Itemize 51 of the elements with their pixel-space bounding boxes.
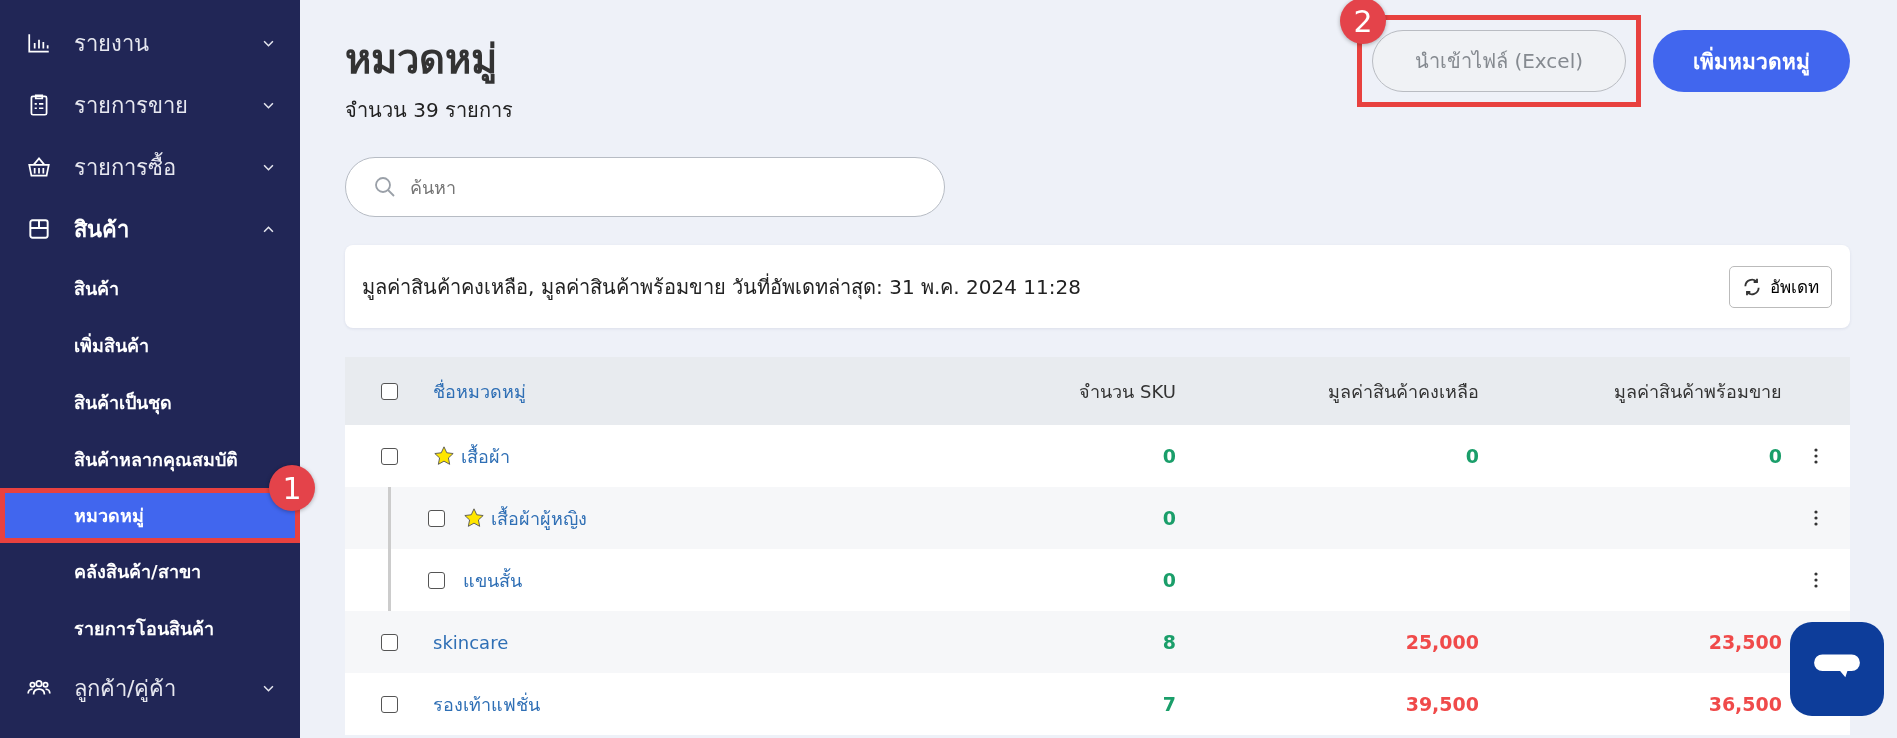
column-header: มูลค่าสินค้าพร้อมขาย — [1613, 379, 1782, 405]
refresh-icon — [1742, 276, 1762, 297]
sku-count: 7 — [1162, 693, 1176, 715]
sku-count: 0 — [1162, 507, 1176, 529]
checkbox[interactable] — [428, 571, 445, 589]
nav-item[interactable]: รายการซื้อ — [0, 136, 300, 198]
ready-value: 0 — [1768, 445, 1782, 467]
box-icon — [26, 216, 52, 242]
ready-value: 23,500 — [1708, 631, 1782, 653]
checkbox[interactable] — [380, 695, 398, 713]
nav-subitem[interactable]: รายการโอนสินค้า — [0, 600, 300, 657]
checkbox[interactable] — [380, 447, 398, 465]
nav-item[interactable]: รายการขาย — [0, 74, 300, 136]
nav-item[interactable]: ลูกค้า/คู่ค้า — [0, 657, 300, 719]
ready-value: 36,500 — [1708, 693, 1782, 715]
step-badge: 2 — [1340, 0, 1387, 44]
nav-subitem[interactable]: สินค้าเป็นชุด — [0, 374, 300, 431]
column-header: จำนวน SKU — [1078, 379, 1176, 404]
update-button[interactable]: อัพเดท — [1729, 265, 1832, 308]
category-link[interactable]: skincare — [433, 631, 509, 653]
sku-count: 8 — [1162, 631, 1176, 653]
checkbox[interactable] — [380, 382, 398, 400]
checkbox[interactable] — [380, 633, 398, 651]
search-icon — [373, 175, 397, 199]
checkbox[interactable] — [428, 509, 445, 527]
category-link[interactable]: แขนสั้น — [463, 565, 522, 595]
column-header: มูลค่าสินค้าคงเหลือ — [1327, 379, 1479, 405]
sku-count: 0 — [1162, 445, 1176, 467]
column-header[interactable]: ชื่อหมวดหมู่ — [433, 357, 976, 425]
category-link[interactable]: เสื้อผ้า — [461, 441, 510, 471]
stock-value: 0 — [1465, 445, 1479, 467]
category-link[interactable]: รองเท้าแฟชั่น — [433, 689, 540, 719]
more-icon[interactable] — [1814, 448, 1818, 464]
item-count: จำนวน 39 รายการ — [345, 97, 514, 124]
nav-item[interactable]: รายงาน — [0, 12, 300, 74]
nav-subitem[interactable]: คลังสินค้า/สาขา — [0, 543, 300, 600]
step-badge: 1 — [269, 465, 315, 511]
nav-subitem[interactable]: สินค้า — [0, 260, 300, 317]
add-category-button[interactable]: เพิ่มหมวดหมู่ — [1653, 30, 1850, 92]
stock-value: 39,500 — [1405, 693, 1479, 715]
more-icon[interactable] — [1814, 572, 1818, 588]
sku-count: 0 — [1162, 569, 1176, 591]
page-title: หมวดหมู่ — [345, 35, 498, 86]
nav-subitem[interactable]: เพิ่มสินค้า — [0, 317, 300, 374]
chat-button[interactable] — [1790, 622, 1884, 716]
category-link[interactable]: เสื้อผ้าผู้หญิง — [491, 503, 587, 533]
stock-value: 25,000 — [1405, 631, 1479, 653]
nav-item[interactable]: สินค้า — [0, 198, 300, 260]
info-text: มูลค่าสินค้าคงเหลือ, มูลค่าสินค้าพร้อมขาย วันที่อัพเดทล่าสุด: 31 พ.ค. 2024 11:28 — [362, 272, 1081, 302]
search-field[interactable]: ค้นหา — [345, 157, 945, 217]
more-icon[interactable] — [1814, 510, 1818, 526]
